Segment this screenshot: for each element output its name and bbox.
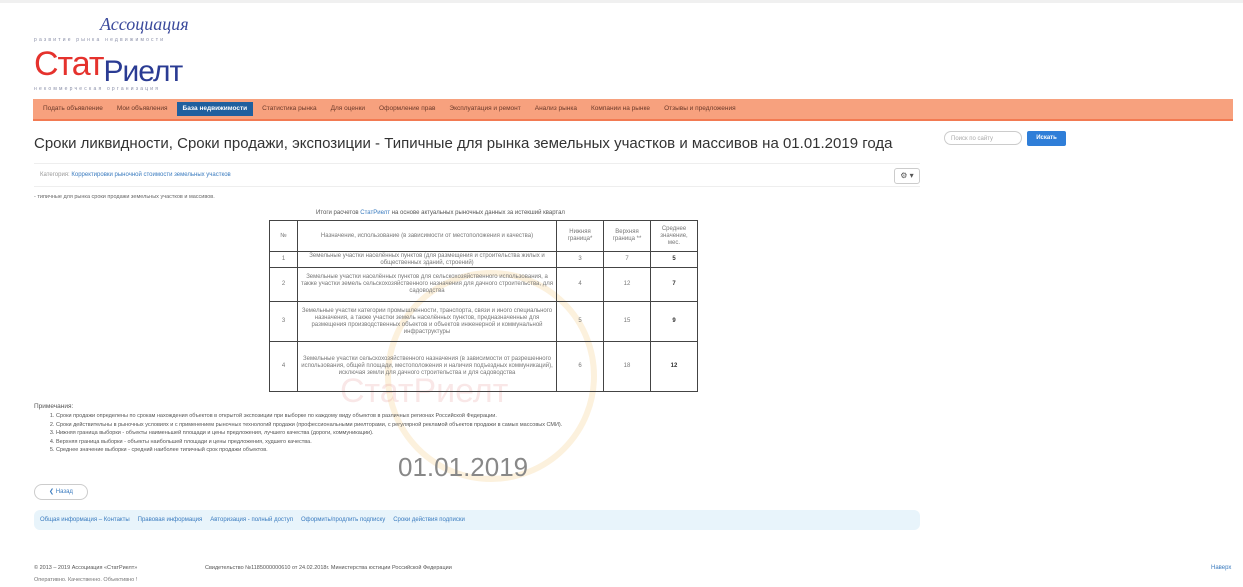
caption-prefix: Итоги расчетов <box>316 210 359 216</box>
table-row: 4 Земельные участки сельскохозяйственного… <box>269 341 698 392</box>
table-row: 1 Земельные участки населённых пунктов (д… <box>269 251 698 268</box>
row-avg: 7 <box>650 267 698 302</box>
main-navbar: Подать объявление Мои объявления База недв… <box>33 99 1233 121</box>
header-upper: Верхняя граница ** <box>603 220 651 252</box>
gear-icon: ⚙ ▾ <box>900 171 914 180</box>
note-item: Верхняя граница выборки - объекты наибол… <box>56 438 562 447</box>
row-upper: 18 <box>603 341 651 392</box>
row-avg: 12 <box>650 341 698 392</box>
logo-brand-part1: Стат <box>34 45 104 83</box>
row-upper: 7 <box>603 251 651 268</box>
footer-link[interactable]: Правовая информация <box>138 517 211 523</box>
nav-item[interactable]: Для оценки <box>324 99 372 119</box>
row-lower: 3 <box>556 251 604 268</box>
note-item: Среднее значение выборки - средний наибо… <box>56 446 562 455</box>
nav-item[interactable]: Эксплуатация и ремонт <box>442 99 527 119</box>
nav-item[interactable]: Оформление прав <box>372 99 442 119</box>
notes-list: Сроки продажи определены по срокам нахож… <box>34 412 562 455</box>
footer-link[interactable]: Сроки действия подписки <box>393 517 473 523</box>
note-item: Нижняя граница выборки - объекты наимень… <box>56 429 562 438</box>
category-link[interactable]: Корректировки рыночной стоимости земельн… <box>71 172 230 178</box>
caption-brand-link[interactable]: СтатРиелт <box>360 210 390 216</box>
site-logo[interactable]: Ассоциация развитие рынка недвижимости С… <box>34 12 234 92</box>
nav-item[interactable]: Компании на рынке <box>584 99 657 119</box>
row-lower: 6 <box>556 341 604 392</box>
nav-list: Подать объявление Мои объявления База недв… <box>33 99 1233 119</box>
nav-item[interactable]: Анализ рынка <box>528 99 584 119</box>
category-label: Категория: <box>40 172 70 178</box>
row-num: 4 <box>269 341 298 392</box>
table-caption: Итоги расчетов СтатРиелт на основе актуа… <box>316 210 565 216</box>
watermark-date: 01.01.2019 <box>398 452 529 482</box>
footer-link[interactable]: Авторизация - полный доступ <box>210 517 301 523</box>
note-item: Сроки действительны в рыночных условиях … <box>56 421 562 430</box>
top-strip <box>0 0 1243 3</box>
search-input[interactable]: Поиск по сайту <box>944 131 1022 145</box>
notes-title: Примечания: <box>34 403 74 410</box>
slogan: Оперативно. Качественно. Объективно ! <box>34 577 138 583</box>
row-avg: 5 <box>650 251 698 268</box>
page-title: Сроки ликвидности, Сроки продажи, экспоз… <box>34 135 893 152</box>
table-row: 3 Земельные участки категории промышленно… <box>269 301 698 342</box>
copyright: © 2013 – 2019 Ассоциация «СтатРиелт» <box>34 565 138 571</box>
header-num: № <box>269 220 298 252</box>
certificate-text: Свидетельство №1185000000610 от 24.02.20… <box>205 565 452 571</box>
footer-links-bar: Общая информация – Контакты Правовая инфо… <box>34 510 920 530</box>
table-body: 1 Земельные участки населённых пунктов (д… <box>269 251 698 392</box>
row-lower: 4 <box>556 267 604 302</box>
nav-item[interactable]: Статистика рынка <box>255 99 323 119</box>
category-bar: Категория: Корректировки рыночной стоимо… <box>34 163 920 187</box>
category-line: Категория: Корректировки рыночной стоимо… <box>40 172 231 178</box>
caption-suffix: на основе актуальных рыночных данных за … <box>391 210 565 216</box>
row-upper: 12 <box>603 267 651 302</box>
row-desc: Земельные участки населённых пунктов (дл… <box>297 251 557 268</box>
table-header-row: № Назначение, использование (в зависимос… <box>269 220 698 252</box>
row-desc: Земельные участки населённых пунктов для… <box>297 267 557 302</box>
row-num: 2 <box>269 267 298 302</box>
row-desc: Земельные участки категории промышленнос… <box>297 301 557 342</box>
table-row: 2 Земельные участки населённых пунктов дл… <box>269 267 698 302</box>
row-upper: 15 <box>603 301 651 342</box>
header-avg: Среднее значение, мес. <box>650 220 698 252</box>
intro-text: - типичные для рынка сроки продажи земел… <box>34 194 215 200</box>
footer-link[interactable]: Общая информация – Контакты <box>40 517 138 523</box>
row-num: 3 <box>269 301 298 342</box>
nav-item[interactable]: Отзывы и предложения <box>657 99 743 119</box>
logo-brand: СтатРиелт <box>34 44 183 88</box>
logo-association: Ассоциация <box>100 14 189 34</box>
footer-link[interactable]: Оформить/продлить подписку <box>301 517 393 523</box>
settings-dropdown-button[interactable]: ⚙ ▾ <box>894 168 920 184</box>
row-avg: 9 <box>650 301 698 342</box>
nav-item[interactable]: База недвижимости <box>176 102 254 116</box>
liquidity-table: № Назначение, использование (в зависимос… <box>269 220 698 392</box>
logo-tagline-top: развитие рынка недвижимости <box>34 37 166 43</box>
note-item: Сроки продажи определены по срокам нахож… <box>56 412 562 421</box>
to-top-link[interactable]: Наверх <box>1211 565 1231 571</box>
header-desc: Назначение, использование (в зависимости… <box>297 220 557 252</box>
row-lower: 5 <box>556 301 604 342</box>
row-desc: Земельные участки сельскохозяйственного … <box>297 341 557 392</box>
logo-brand-part2: Риелт <box>103 55 183 88</box>
nav-item[interactable]: Подать объявление <box>36 99 110 119</box>
logo-tagline-bottom: некоммерческая организация <box>34 86 161 92</box>
search-button[interactable]: Искать <box>1027 131 1066 146</box>
header-lower: Нижняя граница* <box>556 220 604 252</box>
nav-item[interactable]: Мои объявления <box>110 99 175 119</box>
footer-link-list: Общая информация – Контакты Правовая инфо… <box>34 510 920 530</box>
back-button[interactable]: ❮ Назад <box>34 484 88 500</box>
row-num: 1 <box>269 251 298 268</box>
